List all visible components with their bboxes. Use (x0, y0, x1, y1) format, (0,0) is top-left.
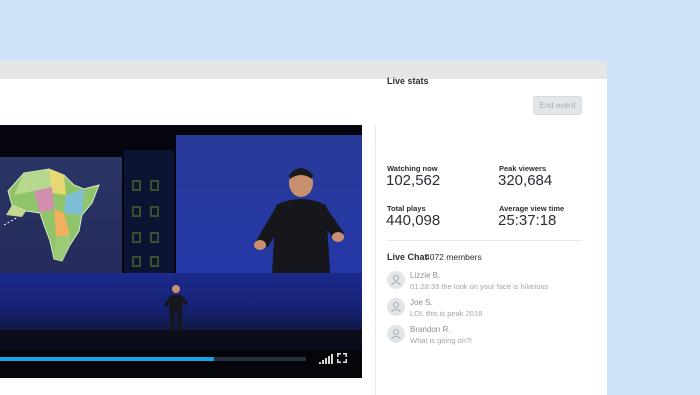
user-icon (391, 275, 401, 286)
fullscreen-icon[interactable] (337, 353, 347, 363)
chat-author: Joe S. (410, 298, 433, 307)
live-stats-title: Live stats (387, 76, 429, 86)
presenter-onstage-image (164, 285, 188, 333)
stats-divider (387, 240, 582, 241)
stat-value-total-plays: 440,098 (386, 212, 441, 229)
avatar (387, 271, 405, 289)
stat-value-average-view-time: 25:37:18 (498, 212, 557, 229)
chat-message: Joe S. LOL this is peak 2018 (387, 296, 587, 320)
window-titlebar (0, 61, 607, 79)
stage-screen-right (176, 135, 362, 273)
chat-author: Brandon R. (410, 325, 451, 334)
video-player[interactable] (0, 125, 362, 378)
end-event-button[interactable]: End event (533, 96, 582, 115)
chat-message: Lizzie B. 01:28:33 the look on your face… (387, 269, 587, 293)
chat-text: What is going on?! (410, 336, 473, 345)
user-icon (391, 302, 401, 313)
progress-fill (0, 357, 215, 361)
volume-icon[interactable] (319, 354, 333, 364)
live-chat-member-count: 4072 members (425, 252, 482, 262)
chat-message: Brandon R. What is going on?! (387, 323, 587, 347)
presenter-closeup-image (254, 168, 344, 273)
panel-divider (375, 125, 376, 395)
chat-text: LOL this is peak 2018 (410, 309, 483, 318)
chat-author: Lizzie B. (410, 271, 441, 280)
stat-value-peak-viewers: 320,684 (498, 172, 553, 189)
live-chat-title: Live Chat (387, 252, 428, 262)
stat-value-watching-now: 102,562 (386, 172, 441, 189)
avatar (387, 298, 405, 316)
stage-front (0, 330, 362, 350)
user-icon (391, 329, 401, 340)
avatar (387, 325, 405, 343)
video-controls (0, 350, 362, 378)
chat-text: 01:28:33 the look on your face is hilari… (410, 282, 549, 291)
africa-map-image (4, 168, 100, 262)
stage-pillar (124, 150, 174, 274)
